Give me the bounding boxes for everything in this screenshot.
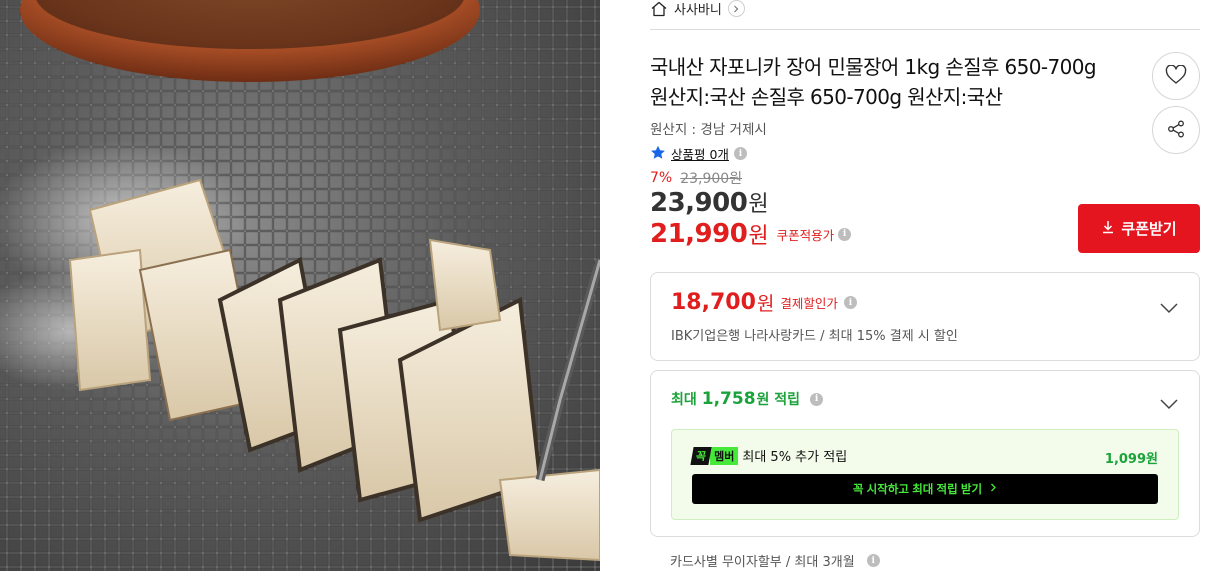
membership-promo: 꼭 멤버 최대 5% 추가 적립 1,099원 꼭 시작하고 최대 적립 받기 bbox=[671, 429, 1179, 520]
product-info-panel: 사사바니 국내산 자포니카 장어 민물장어 1kg 손질후 650-700g 원… bbox=[650, 0, 1200, 571]
points-box[interactable]: 최대 1,758 원 적립 i 꼭 멤버 최대 5% 추가 적립 1,099원 꼭… bbox=[650, 370, 1200, 537]
info-icon[interactable]: i bbox=[733, 147, 747, 160]
store-breadcrumb[interactable]: 사사바니 bbox=[650, 0, 1200, 30]
info-icon[interactable]: i bbox=[810, 392, 824, 406]
sale-price: 23,900원 bbox=[650, 186, 769, 218]
download-icon bbox=[1101, 220, 1115, 238]
payment-discount-description: IBK기업은행 나라사랑카드 / 최대 15% 결제 시 할인 bbox=[671, 329, 958, 344]
share-button[interactable] bbox=[1152, 106, 1200, 154]
info-icon[interactable]: i bbox=[866, 554, 880, 567]
discount-line: 7% 23,900원 bbox=[650, 168, 742, 188]
grilled-eel-photo bbox=[0, 0, 600, 571]
payment-discount-currency: 원 bbox=[756, 293, 775, 315]
chevron-down-icon[interactable] bbox=[1159, 299, 1179, 314]
review-summary[interactable]: 상품평 0개 i bbox=[650, 144, 747, 163]
product-image[interactable] bbox=[0, 0, 600, 571]
payment-discount-amount: 18,700 bbox=[671, 290, 756, 315]
heart-icon bbox=[1165, 63, 1187, 88]
membership-extra-points: 1,099원 bbox=[1104, 452, 1158, 467]
membership-start-label: 꼭 시작하고 최대 적립 받기 bbox=[852, 484, 983, 496]
membership-logo-part2: 멤버 bbox=[710, 446, 739, 465]
payment-discount-label: 결제할인가 bbox=[780, 296, 838, 311]
info-icon[interactable]: i bbox=[838, 227, 852, 241]
coupon-price: 21,990 원 쿠폰적용가 i bbox=[650, 218, 852, 250]
sale-price-currency: 원 bbox=[748, 192, 769, 217]
review-count-link[interactable]: 상품평 0개 bbox=[671, 144, 729, 163]
chevron-right-icon bbox=[990, 483, 997, 495]
max-points-amount: 1,758 bbox=[701, 389, 756, 409]
chevron-right-icon[interactable] bbox=[727, 0, 745, 17]
info-icon[interactable]: i bbox=[843, 296, 857, 309]
discount-rate: 7% bbox=[650, 170, 673, 186]
payment-discount-box[interactable]: 18,700 원 결제할인가 i IBK기업은행 나라사랑카드 / 최대 15%… bbox=[650, 272, 1200, 361]
payment-discount-price: 18,700 원 결제할인가 i bbox=[671, 289, 857, 316]
installment-text: 카드사별 무이자할부 / 최대 3개월 bbox=[670, 555, 855, 570]
sale-price-amount: 23,900 bbox=[650, 188, 748, 218]
coupon-price-amount: 21,990 bbox=[650, 219, 748, 249]
membership-benefit-text: 최대 5% 추가 적립 bbox=[742, 450, 848, 465]
membership-logo-part1: 꼭 bbox=[690, 446, 712, 465]
membership-start-button[interactable]: 꼭 시작하고 최대 적립 받기 bbox=[692, 474, 1158, 504]
get-coupon-button[interactable]: 쿠폰받기 bbox=[1078, 204, 1200, 253]
max-points: 최대 1,758 원 적립 i bbox=[671, 389, 824, 409]
chevron-down-icon[interactable] bbox=[1159, 395, 1179, 410]
membership-logo: 꼭 멤버 bbox=[690, 446, 739, 465]
max-points-prefix: 최대 bbox=[671, 392, 697, 408]
origin-text: 원산지 : 경남 거제시 bbox=[650, 122, 767, 138]
product-title: 국내산 자포니카 장어 민물장어 1kg 손질후 650-700g 원산지:국산… bbox=[650, 55, 1097, 109]
share-icon bbox=[1166, 119, 1186, 142]
home-icon bbox=[650, 0, 668, 18]
coupon-price-currency: 원 bbox=[748, 224, 769, 249]
coupon-price-label: 쿠폰적용가 bbox=[776, 227, 835, 243]
membership-row: 꼭 멤버 최대 5% 추가 적립 bbox=[690, 446, 848, 465]
max-points-suffix: 원 적립 bbox=[756, 392, 801, 408]
original-price: 23,900원 bbox=[680, 171, 743, 187]
wishlist-button[interactable] bbox=[1152, 52, 1200, 100]
get-coupon-label: 쿠폰받기 bbox=[1121, 221, 1177, 238]
installment-info: 카드사별 무이자할부 / 최대 3개월 i bbox=[670, 551, 880, 570]
store-name[interactable]: 사사바니 bbox=[674, 0, 722, 18]
star-icon bbox=[650, 145, 666, 163]
